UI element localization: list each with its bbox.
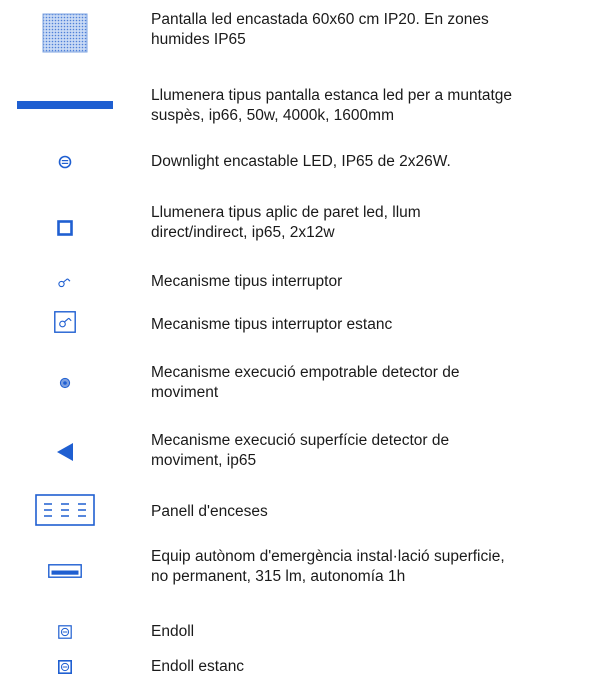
legend-item-label: Mecanisme execució empotrable detector d… — [151, 364, 460, 381]
legend-item-label: Downlight encastable LED, IP65 de 2x26W. — [151, 153, 451, 170]
legend-item-label-2: moviment — [151, 384, 219, 401]
switch-panel-icon — [35, 494, 95, 526]
legend-item-label: Endoll — [151, 623, 195, 640]
legend-item-label: Panell d'enceses — [151, 503, 268, 520]
linear-luminaire-icon — [17, 101, 113, 109]
waterproof-socket-icon — [58, 660, 72, 674]
legend-item-label: Pantalla led encastada 60x60 cm IP20. En… — [151, 11, 489, 28]
wall-light-icon — [57, 220, 73, 236]
legend-item-label-2: humides IP65 — [151, 31, 246, 48]
legend-item-label: Equip autònom d'emergència instal·lació … — [151, 548, 505, 565]
symbol-legend: Pantalla led encastada 60x60 cm IP20. En… — [0, 0, 614, 689]
legend-item-label: Mecanisme tipus interruptor estanc — [151, 316, 393, 333]
surface-motion-detector-icon — [57, 443, 73, 461]
emergency-light-icon — [48, 564, 82, 578]
legend-item-label-2: suspès, ip66, 50w, 4000k, 1600mm — [151, 107, 394, 124]
switch-icon — [58, 278, 71, 288]
legend-item-label: Mecanisme tipus interruptor — [151, 273, 343, 290]
legend-item-label: Mecanisme execució superfície detector d… — [151, 432, 450, 449]
led-panel-icon — [42, 13, 88, 53]
legend-item-label: Llumenera tipus aplic de paret led, llum — [151, 204, 421, 221]
legend-item-label-2: no permanent, 315 lm, autonomía 1h — [151, 568, 406, 585]
legend-item-label: Endoll estanc — [151, 658, 245, 675]
downlight-icon — [58, 155, 72, 169]
legend-item-label-2: direct/indirect, ip65, 2x12w — [151, 224, 335, 241]
waterproof-switch-icon — [54, 311, 76, 333]
flush-motion-detector-icon — [59, 377, 71, 389]
legend-item-label-2: moviment, ip65 — [151, 452, 257, 469]
socket-icon — [58, 625, 72, 639]
legend-item-label: Llumenera tipus pantalla estanca led per… — [151, 87, 513, 104]
